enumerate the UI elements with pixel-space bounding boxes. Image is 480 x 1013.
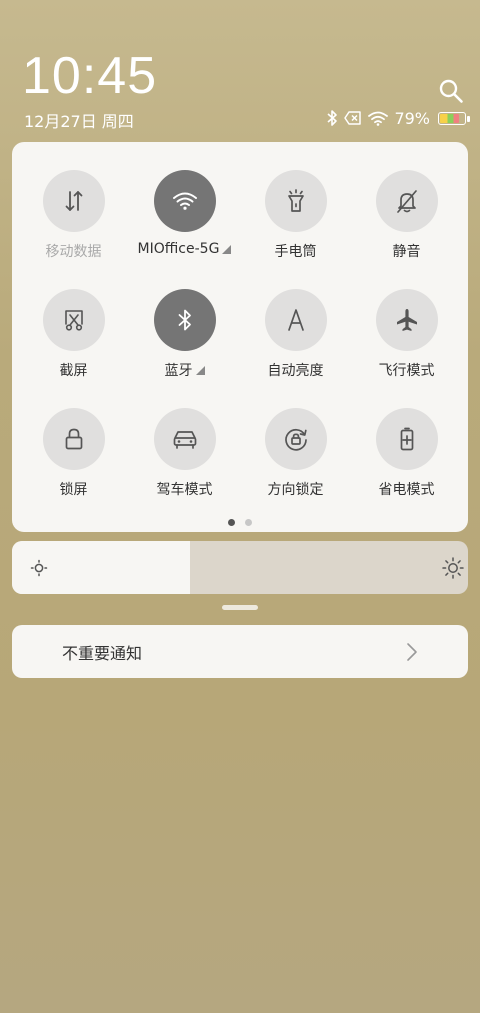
quick-tile-label: 锁屏 bbox=[60, 479, 88, 499]
quick-tile-screenshot[interactable]: 截屏 bbox=[18, 289, 129, 380]
quick-tile-label-text: 锁屏 bbox=[59, 482, 88, 498]
panel-drag-handle[interactable] bbox=[222, 605, 258, 610]
quick-tile-wifi[interactable]: MIOffice-5G bbox=[129, 170, 240, 261]
page-dot[interactable] bbox=[245, 519, 252, 526]
quick-tile-label: 方向锁定 bbox=[268, 479, 324, 499]
quick-tile-label-text: 省电模式 bbox=[378, 482, 435, 498]
quick-tile-button[interactable] bbox=[264, 408, 327, 470]
quick-tile-label: 截屏 bbox=[60, 360, 88, 380]
quick-tile-button[interactable] bbox=[375, 170, 438, 232]
screenshot-icon bbox=[64, 310, 83, 331]
chevron-right-icon bbox=[407, 643, 417, 661]
quick-tile-label-text: MIOffice-5G bbox=[137, 241, 220, 257]
page-indicator bbox=[12, 519, 468, 526]
page-dot[interactable] bbox=[228, 519, 235, 526]
bluetooth-status-icon bbox=[327, 110, 338, 126]
unimportant-notifications-row[interactable]: 不重要通知 bbox=[12, 625, 468, 678]
quick-tile-flashlight[interactable]: 手电筒 bbox=[240, 170, 351, 261]
expand-corner-icon bbox=[195, 365, 205, 375]
quick-tile-label-text: 飞行模式 bbox=[378, 363, 435, 379]
quick-tile-button[interactable] bbox=[153, 170, 216, 232]
quick-tile-button[interactable] bbox=[375, 289, 438, 351]
brightness-low-icon bbox=[30, 559, 48, 577]
mute-bell-icon bbox=[396, 190, 417, 213]
battery-icon bbox=[438, 111, 470, 125]
quick-tile-mute-bell[interactable]: 静音 bbox=[351, 170, 462, 261]
notification-label: 不重要通知 bbox=[62, 643, 143, 663]
quick-tile-label: 自动亮度 bbox=[268, 360, 324, 380]
flashlight-icon bbox=[287, 189, 304, 212]
auto-brightness-icon bbox=[287, 309, 304, 331]
expand-corner-icon bbox=[222, 244, 232, 254]
quick-tile-label: 飞行模式 bbox=[379, 360, 435, 380]
car-icon bbox=[173, 431, 196, 449]
quick-tile-button[interactable] bbox=[153, 408, 216, 470]
quick-tile-airplane[interactable]: 飞行模式 bbox=[351, 289, 462, 380]
brightness-slider[interactable] bbox=[12, 541, 468, 594]
rotation-lock-icon bbox=[284, 428, 307, 451]
quick-tile-lock[interactable]: 锁屏 bbox=[18, 408, 129, 499]
quick-tile-mobile-data[interactable]: 移动数据 bbox=[18, 170, 129, 261]
quick-tile-label: 移动数据 bbox=[46, 241, 102, 261]
quick-tile-label-text: 移动数据 bbox=[45, 244, 102, 260]
quick-tile-label: 省电模式 bbox=[379, 479, 435, 499]
quick-tile-label: 手电筒 bbox=[275, 241, 317, 261]
battery-percent: 79% bbox=[394, 108, 430, 128]
quick-tile-label-text: 手电筒 bbox=[274, 244, 317, 260]
quick-tile-button[interactable] bbox=[42, 289, 105, 351]
quick-tiles-grid: 移动数据 MIOffice-5G 手电筒 静音截屏 蓝牙 自动亮度 飞行模式锁屏 驾车模式 方向… bbox=[12, 170, 468, 499]
clock-time: 10:45 bbox=[22, 47, 158, 105]
quick-tile-label: 蓝牙 bbox=[165, 360, 205, 380]
quick-tile-label: MIOffice-5G bbox=[138, 241, 232, 257]
wifi-icon bbox=[172, 192, 197, 210]
quick-tile-bluetooth[interactable]: 蓝牙 bbox=[129, 289, 240, 380]
wifi-status-icon bbox=[368, 111, 389, 126]
quick-tile-label-text: 驾车模式 bbox=[156, 482, 213, 498]
quick-tile-button[interactable] bbox=[153, 289, 216, 351]
quick-tile-label-text: 自动亮度 bbox=[267, 363, 324, 379]
quick-tile-label-text: 静音 bbox=[392, 244, 421, 260]
quick-tile-label: 静音 bbox=[393, 241, 421, 261]
bluetooth-icon bbox=[178, 309, 191, 331]
quick-tile-car[interactable]: 驾车模式 bbox=[129, 408, 240, 499]
quick-tile-button[interactable] bbox=[42, 408, 105, 470]
quick-tile-label-text: 截屏 bbox=[59, 363, 88, 379]
quick-tile-label-text: 蓝牙 bbox=[164, 363, 193, 379]
quick-tile-battery-saver[interactable]: 省电模式 bbox=[351, 408, 462, 499]
quick-tile-label: 驾车模式 bbox=[157, 479, 213, 499]
quick-tile-button[interactable] bbox=[264, 170, 327, 232]
mobile-data-icon bbox=[65, 191, 82, 211]
brightness-high-icon bbox=[442, 557, 464, 579]
battery-saver-icon bbox=[400, 427, 413, 451]
quick-settings-panel: 移动数据 MIOffice-5G 手电筒 静音截屏 蓝牙 自动亮度 飞行模式锁屏 驾车模式 方向… bbox=[12, 142, 468, 532]
quick-tile-button[interactable] bbox=[375, 408, 438, 470]
no-sim-icon bbox=[344, 111, 362, 125]
clock-date: 12月27日 周四 bbox=[24, 112, 134, 131]
quick-tile-button[interactable] bbox=[264, 289, 327, 351]
quick-tile-rotation-lock[interactable]: 方向锁定 bbox=[240, 408, 351, 499]
search-icon[interactable] bbox=[438, 78, 464, 104]
quick-tile-button[interactable] bbox=[42, 170, 105, 232]
lock-icon bbox=[65, 428, 82, 450]
status-bar: 79% bbox=[326, 108, 470, 128]
quick-tile-label-text: 方向锁定 bbox=[267, 482, 324, 498]
airplane-icon bbox=[396, 309, 417, 331]
quick-tile-auto-brightness[interactable]: 自动亮度 bbox=[240, 289, 351, 380]
